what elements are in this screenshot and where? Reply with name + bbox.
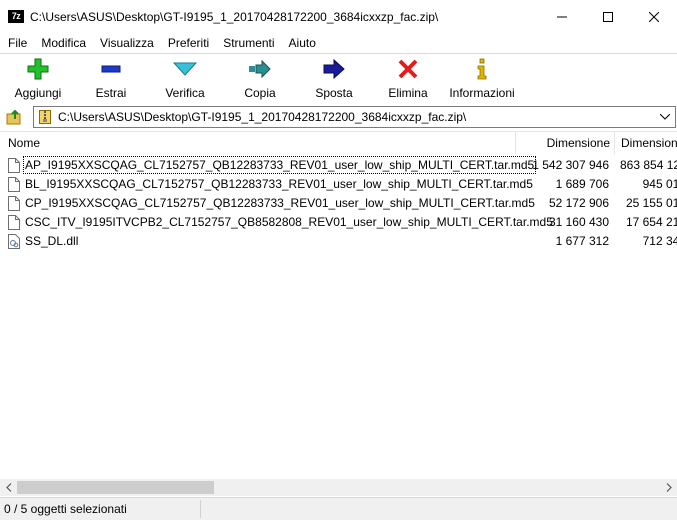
- minus-icon: [99, 58, 123, 80]
- file-size: 1 689 706: [555, 177, 609, 191]
- app-7zip-icon: 7z: [8, 10, 24, 23]
- window-title: C:\Users\ASUS\Desktop\GT-I9195_1_2017042…: [30, 10, 439, 24]
- file-icon: [8, 215, 20, 230]
- move-arrow-icon: [322, 58, 346, 80]
- up-folder-button[interactable]: [4, 107, 26, 127]
- test-button[interactable]: Verifica: [162, 58, 208, 100]
- file-size: 1 677 312: [555, 234, 609, 248]
- file-packed-size: 863 854 123: [620, 158, 677, 172]
- extract-button[interactable]: Estrai: [88, 58, 134, 100]
- delete-label: Elimina: [388, 86, 428, 100]
- address-bar: C:\Users\ASUS\Desktop\GT-I9195_1_2017042…: [0, 104, 677, 130]
- file-name[interactable]: AP_I9195XXSCQAG_CL7152757_QB12283733_REV…: [22, 156, 537, 174]
- file-list: Nome Dimensione Dimensione compressa AP_…: [0, 131, 677, 480]
- menu-aiuto[interactable]: Aiuto: [281, 34, 322, 53]
- column-header-packed-size[interactable]: Dimensione compressa: [621, 132, 677, 154]
- test-label: Verifica: [165, 86, 205, 100]
- move-label: Sposta: [315, 86, 353, 100]
- menu-bar: File Modifica Visualizza Preferiti Strum…: [0, 34, 677, 53]
- file-icon: [8, 196, 20, 211]
- file-icon: [8, 158, 20, 173]
- file-packed-size: 712 344: [642, 234, 677, 248]
- file-packed-size: 25 155 010: [625, 196, 677, 210]
- path-dropdown-button[interactable]: [657, 109, 673, 125]
- info-icon: [470, 58, 494, 80]
- file-name[interactable]: CSC_ITV_I9195ITVCPB2_CL7152757_QB8582808…: [24, 214, 554, 230]
- file-name[interactable]: CP_I9195XXSCQAG_CL7152757_QB12283733_REV…: [24, 195, 536, 211]
- file-name[interactable]: BL_I9195XXSCQAG_CL7152757_QB12283733_REV…: [24, 176, 534, 192]
- maximize-button[interactable]: [585, 0, 631, 34]
- status-bar: 0 / 5 oggetti selezionati: [0, 497, 677, 520]
- file-row[interactable]: SS_DL.dll 1 677 312 712 344: [0, 232, 677, 251]
- minimize-button[interactable]: [539, 0, 585, 34]
- delete-x-icon: [396, 58, 420, 80]
- chevron-right-icon: [666, 483, 672, 492]
- file-row[interactable]: CP_I9195XXSCQAG_CL7152757_QB12283733_REV…: [0, 194, 677, 213]
- selection-status: 0 / 5 oggetti selezionati: [4, 502, 127, 516]
- menu-modifica[interactable]: Modifica: [33, 34, 92, 53]
- extract-label: Estrai: [95, 86, 127, 100]
- file-row[interactable]: AP_I9195XXSCQAG_CL7152757_QB12283733_REV…: [0, 156, 677, 175]
- maximize-icon: [603, 12, 613, 22]
- path-field[interactable]: C:\Users\ASUS\Desktop\GT-I9195_1_2017042…: [33, 106, 676, 128]
- copy-arrow-icon: [248, 58, 272, 80]
- horizontal-scrollbar[interactable]: [0, 479, 677, 496]
- info-button[interactable]: Informazioni: [446, 58, 518, 100]
- scroll-left-button[interactable]: [0, 479, 17, 496]
- menu-visualizza[interactable]: Visualizza: [92, 34, 160, 53]
- delete-button[interactable]: Elimina: [385, 58, 431, 100]
- info-label: Informazioni: [449, 86, 515, 100]
- scroll-right-button[interactable]: [660, 479, 677, 496]
- file-icon: [8, 177, 20, 192]
- path-text: C:\Users\ASUS\Desktop\GT-I9195_1_2017042…: [58, 110, 467, 124]
- menu-preferiti[interactable]: Preferiti: [160, 34, 215, 53]
- plus-icon: [26, 58, 50, 80]
- move-button[interactable]: Sposta: [312, 58, 356, 100]
- add-button[interactable]: Aggiungi: [10, 58, 66, 100]
- close-icon: [649, 12, 659, 22]
- status-divider: [200, 500, 201, 518]
- file-size: 31 160 430: [548, 215, 609, 229]
- file-row[interactable]: CSC_ITV_I9195ITVCPB2_CL7152757_QB8582808…: [0, 213, 677, 232]
- menu-strumenti[interactable]: Strumenti: [215, 34, 280, 53]
- chevron-down-icon: [660, 114, 670, 120]
- dll-icon: [8, 234, 20, 249]
- check-icon: [173, 58, 197, 80]
- add-label: Aggiungi: [14, 86, 62, 100]
- file-name[interactable]: SS_DL.dll: [24, 233, 79, 249]
- minimize-icon: [557, 16, 567, 18]
- file-row[interactable]: BL_I9195XXSCQAG_CL7152757_QB12283733_REV…: [0, 175, 677, 194]
- file-packed-size: 17 654 210: [625, 215, 677, 229]
- file-size: 52 172 906: [548, 196, 609, 210]
- up-folder-icon: [6, 109, 21, 125]
- close-button[interactable]: [631, 0, 677, 34]
- column-divider[interactable]: [614, 132, 615, 154]
- column-header-size[interactable]: Dimensione: [516, 132, 610, 154]
- copy-button[interactable]: Copia: [238, 58, 282, 100]
- file-size: 1 542 307 946: [532, 158, 609, 172]
- zip-archive-icon: [39, 110, 51, 124]
- toolbar: Aggiungi Estrai Verifica Copia Sposta El…: [0, 54, 677, 102]
- file-packed-size: 945 012: [642, 177, 677, 191]
- column-header-name[interactable]: Nome: [8, 132, 208, 154]
- title-bar: 7z C:\Users\ASUS\Desktop\GT-I9195_1_2017…: [0, 0, 677, 34]
- menu-file[interactable]: File: [0, 34, 33, 53]
- copy-label: Copia: [244, 86, 276, 100]
- chevron-left-icon: [5, 483, 11, 492]
- scrollbar-thumb[interactable]: [17, 481, 214, 494]
